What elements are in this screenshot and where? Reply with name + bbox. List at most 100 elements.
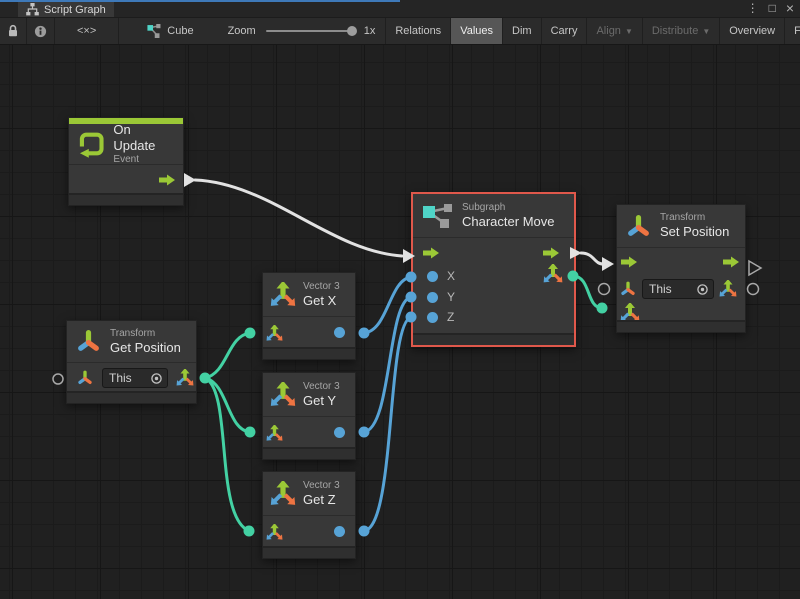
port-label-x: X (447, 269, 455, 283)
node-subtitle: Transform (660, 212, 729, 224)
node-footer (263, 546, 355, 558)
button-label: Distribute (652, 25, 698, 37)
node-set-position[interactable]: Transform Set Position This (616, 204, 746, 333)
node-get-position[interactable]: Transform Get Position This (66, 320, 197, 404)
float-output-port[interactable] (334, 427, 345, 438)
node-title: Get Position (110, 340, 181, 356)
control-input-port[interactable] (621, 256, 638, 268)
node-title: On Update (113, 122, 175, 154)
code-icon: <×> (77, 25, 96, 37)
graph-context[interactable]: Cube (119, 18, 203, 44)
toolbar-button-fullscreen[interactable]: Full Screen (785, 18, 800, 44)
float-output-port[interactable] (334, 327, 345, 338)
button-label: Relations (395, 25, 441, 37)
target-value: This (109, 371, 132, 385)
lock-button[interactable] (0, 18, 27, 44)
port-label-z: Z (447, 310, 454, 324)
transform-icon (626, 214, 651, 239)
transform-icon (76, 329, 101, 354)
transform-input-port[interactable] (77, 370, 93, 386)
zoom-slider[interactable] (266, 30, 354, 32)
object-picker-icon[interactable] (696, 283, 709, 296)
graph-context-icon (147, 24, 161, 38)
node-subtitle: Transform (110, 328, 181, 340)
node-title: Character Move (462, 214, 554, 230)
node-title: Get X (303, 293, 340, 309)
node-on-update[interactable]: On Update Event (68, 117, 184, 206)
float-output-port[interactable] (334, 526, 345, 537)
node-title: Get Z (303, 492, 340, 508)
button-label: Values (460, 25, 493, 37)
target-field[interactable]: This (642, 279, 714, 299)
dropdown-arrow-icon: ▼ (625, 27, 633, 36)
node-subtitle: Vector 3 (303, 381, 340, 393)
node-title: Get Y (303, 393, 340, 409)
node-footer (67, 391, 196, 403)
transform-input-port[interactable] (620, 281, 636, 297)
node-subtitle: Subgraph (462, 202, 554, 214)
node-subtitle: Event (113, 154, 175, 166)
graph-tab-icon (26, 3, 39, 16)
zoom-slider-handle[interactable] (347, 26, 357, 36)
node-footer (617, 320, 745, 332)
script-graph-window: Script Graph ⋮ □ × <×> (0, 0, 800, 599)
vector3-output-port[interactable] (543, 264, 563, 284)
button-label: Dim (512, 25, 532, 37)
zoom-label: Zoom (228, 25, 256, 37)
toolbar-button-align[interactable]: Align ▼ (587, 18, 642, 44)
node-get-x[interactable]: Vector 3 Get X (262, 272, 356, 360)
node-footer (263, 447, 355, 459)
node-character-move[interactable]: Subgraph Character Move X Y Z (411, 192, 576, 347)
zoom-control: Zoom 1x (204, 18, 386, 44)
vector3-input-port[interactable] (266, 425, 283, 442)
target-value: This (649, 282, 672, 296)
maximize-icon[interactable]: □ (769, 0, 776, 17)
subgraph-icon (422, 203, 454, 229)
control-output-port[interactable] (543, 247, 560, 259)
node-subtitle: Vector 3 (303, 480, 340, 492)
control-output-port[interactable] (723, 256, 740, 268)
toolbar-button-dim[interactable]: Dim (503, 18, 542, 44)
vector3-input-port[interactable] (266, 325, 283, 342)
tab-title: Script Graph (44, 4, 106, 16)
vector3-icon (270, 382, 296, 408)
vector3-icon (270, 481, 296, 507)
toolbar-button-values[interactable]: Values (451, 18, 503, 44)
dropdown-arrow-icon: ▼ (702, 27, 710, 36)
titlebar: Script Graph ⋮ □ × (0, 0, 800, 17)
on-update-loop-icon (78, 130, 105, 158)
toolbar-button-carry[interactable]: Carry (542, 18, 588, 44)
button-label: Carry (551, 25, 578, 37)
vector3-input-port[interactable] (266, 524, 283, 541)
button-label: Align (596, 25, 620, 37)
toolbar-button-distribute[interactable]: Distribute ▼ (643, 18, 720, 44)
input-port-x[interactable] (427, 271, 438, 282)
zoom-value: 1x (364, 25, 376, 37)
input-port-z[interactable] (427, 312, 438, 323)
close-icon[interactable]: × (786, 0, 794, 17)
node-footer (413, 333, 574, 345)
toolbar: <×> Cube Zoom 1x Relations Values (0, 17, 800, 45)
vector3-output-port[interactable] (719, 280, 737, 298)
control-input-port[interactable] (423, 247, 440, 259)
info-icon (34, 25, 47, 38)
target-field[interactable]: This (102, 368, 168, 388)
tab-script-graph[interactable]: Script Graph (18, 2, 114, 17)
object-picker-icon[interactable] (150, 372, 163, 385)
menu-icon[interactable]: ⋮ (747, 0, 759, 17)
node-subtitle: Vector 3 (303, 281, 340, 293)
edit-script-button[interactable]: <×> (55, 18, 119, 44)
control-output-port[interactable] (159, 174, 176, 186)
toolbar-button-overview[interactable]: Overview (720, 18, 785, 44)
node-get-z[interactable]: Vector 3 Get Z (262, 471, 356, 559)
input-port-y[interactable] (427, 292, 438, 303)
vector3-icon (270, 282, 296, 308)
info-button[interactable] (27, 18, 55, 44)
vector3-output-port[interactable] (176, 369, 194, 387)
event-accent-bar (69, 118, 183, 124)
window-controls: ⋮ □ × (747, 0, 794, 17)
button-label: Overview (729, 25, 775, 37)
port-label-y: Y (447, 290, 455, 304)
toolbar-button-relations[interactable]: Relations (385, 18, 451, 44)
node-get-y[interactable]: Vector 3 Get Y (262, 372, 356, 460)
